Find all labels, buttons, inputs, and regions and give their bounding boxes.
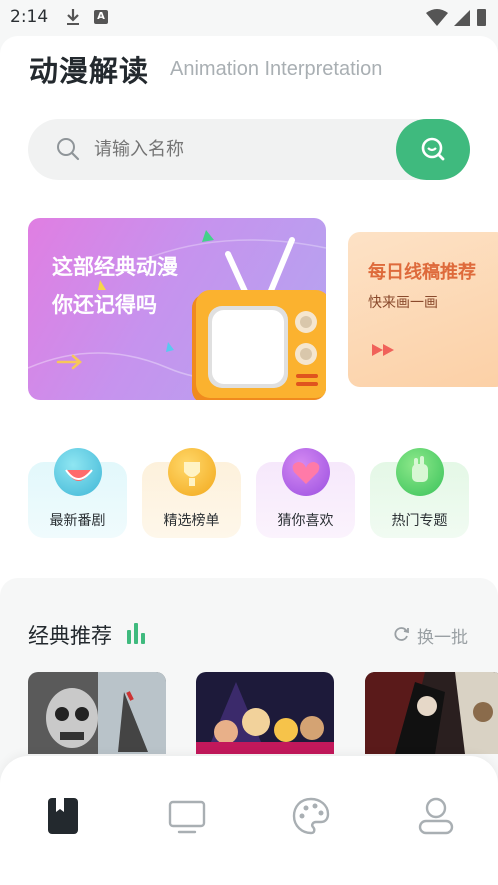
bottom-navigation [0, 756, 498, 885]
font-notification-icon: A [94, 10, 108, 24]
main-content: 动漫解读 Animation Interpretation 这部经典动漫 你还记… [0, 36, 498, 596]
category-label: 精选榜单 [163, 513, 220, 529]
retro-tv-icon [192, 237, 326, 400]
download-icon [67, 9, 79, 25]
status-time: 2:14 [10, 7, 49, 27]
category-hot-topics[interactable]: 热门专题 [370, 448, 469, 538]
refresh-button[interactable]: 换一批 [417, 623, 468, 648]
user-icon[interactable] [416, 796, 456, 836]
search-icon [57, 138, 80, 161]
category-new-anime[interactable]: 最新番剧 [28, 448, 127, 538]
bookmark-book-icon[interactable] [42, 796, 82, 836]
search-button-icon [421, 137, 445, 161]
cover-artwork-2 [196, 672, 334, 754]
watermelon-icon [54, 448, 102, 496]
heart-icon [282, 448, 330, 496]
double-arrow-icon [372, 344, 394, 356]
category-label: 最新番剧 [49, 513, 106, 529]
category-label: 猜你喜欢 [277, 513, 334, 529]
status-bar: 2:14 A [0, 0, 498, 36]
palette-icon[interactable] [291, 796, 331, 836]
page-subtitle: Animation Interpretation [170, 58, 383, 80]
bar-chart-icon [127, 623, 145, 644]
search-button[interactable] [396, 119, 470, 180]
section-title: 经典推荐 [28, 624, 112, 648]
banner2-title: 每日线稿推荐 [368, 262, 476, 283]
banner-classic-anime[interactable]: 这部经典动漫 你还记得吗 [28, 218, 326, 400]
search-input[interactable] [94, 119, 374, 180]
category-top-lists[interactable]: 精选榜单 [142, 448, 241, 538]
trophy-icon [168, 448, 216, 496]
signal-icons [426, 9, 486, 26]
category-recommend[interactable]: 猜你喜欢 [256, 448, 355, 538]
anime-cover-thumbnail[interactable] [28, 672, 166, 754]
banner2-subtitle: 快来画一画 [368, 295, 438, 311]
search-bar[interactable] [28, 119, 470, 180]
refresh-icon[interactable] [394, 626, 410, 642]
tv-icon[interactable] [167, 796, 207, 836]
cover-artwork-3 [365, 672, 498, 754]
cover-artwork-1 [28, 672, 166, 754]
banner-daily-lineart[interactable]: 每日线稿推荐 快来画一画 [348, 232, 498, 387]
category-label: 热门专题 [391, 513, 448, 529]
anime-cover-thumbnail[interactable] [196, 672, 334, 754]
anime-cover-thumbnail[interactable] [365, 672, 498, 754]
page-title: 动漫解读 [29, 54, 150, 88]
fist-icon [396, 448, 444, 496]
